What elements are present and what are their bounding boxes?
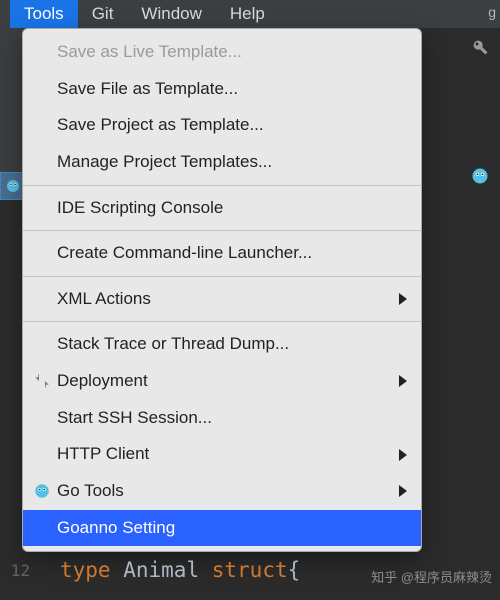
- menu-item-save-project-template[interactable]: Save Project as Template...: [23, 107, 421, 144]
- menu-separator: [23, 185, 421, 186]
- main-menubar: Tools Git Window Help: [0, 0, 500, 28]
- menu-item-label: HTTP Client: [57, 442, 149, 467]
- chevron-right-icon: [399, 375, 407, 387]
- keyword-type: type: [60, 558, 111, 582]
- menu-item-label: Go Tools: [57, 479, 124, 504]
- watermark-text: 知乎 @程序员麻辣烫: [371, 567, 492, 586]
- menu-item-label: Create Command-line Launcher...: [57, 241, 312, 266]
- chevron-right-icon: [399, 449, 407, 461]
- gopher-icon: [5, 178, 21, 194]
- top-right-letter: g: [488, 4, 496, 20]
- right-toolbar: [460, 30, 500, 186]
- menu-item-label: Save as Live Template...: [57, 40, 242, 65]
- menu-item-save-file-template[interactable]: Save File as Template...: [23, 71, 421, 108]
- menu-item-save-live-template[interactable]: Save as Live Template...: [23, 34, 421, 71]
- line-number: 12: [0, 540, 36, 600]
- wrench-icon[interactable]: [471, 38, 489, 56]
- menu-item-label: IDE Scripting Console: [57, 196, 223, 221]
- menu-item-deployment[interactable]: Deployment: [23, 363, 421, 400]
- menu-item-label: Save Project as Template...: [57, 113, 264, 138]
- menu-separator: [23, 230, 421, 231]
- gopher-icon[interactable]: [470, 166, 490, 186]
- menu-item-http-client[interactable]: HTTP Client: [23, 436, 421, 473]
- chevron-right-icon: [399, 485, 407, 497]
- menu-item-cmdline-launcher[interactable]: Create Command-line Launcher...: [23, 235, 421, 272]
- menu-item-label: Stack Trace or Thread Dump...: [57, 332, 289, 357]
- menu-item-label: Goanno Setting: [57, 516, 175, 541]
- keyword-struct: struct: [212, 558, 288, 582]
- menu-item-label: XML Actions: [57, 287, 151, 312]
- menu-item-manage-templates[interactable]: Manage Project Templates...: [23, 144, 421, 181]
- menubar-item-window[interactable]: Window: [127, 0, 215, 28]
- menubar-item-tools[interactable]: Tools: [10, 0, 78, 28]
- menu-item-label: Manage Project Templates...: [57, 150, 272, 175]
- deploy-sync-icon: [33, 372, 51, 390]
- menu-item-label: Save File as Template...: [57, 77, 238, 102]
- menu-item-label: Start SSH Session...: [57, 406, 212, 431]
- identifier-animal: Animal: [123, 558, 199, 582]
- menu-item-stack-trace[interactable]: Stack Trace or Thread Dump...: [23, 326, 421, 363]
- menu-item-xml-actions[interactable]: XML Actions: [23, 281, 421, 318]
- menu-item-go-tools[interactable]: Go Tools: [23, 473, 421, 510]
- menu-item-ssh-session[interactable]: Start SSH Session...: [23, 400, 421, 437]
- brace: {: [288, 558, 301, 582]
- menubar-item-git[interactable]: Git: [78, 0, 128, 28]
- menu-item-label: Deployment: [57, 369, 148, 394]
- menu-item-ide-scripting[interactable]: IDE Scripting Console: [23, 190, 421, 227]
- chevron-right-icon: [399, 293, 407, 305]
- tools-dropdown: Save as Live Template... Save File as Te…: [22, 28, 422, 552]
- menu-separator: [23, 321, 421, 322]
- gopher-icon: [33, 482, 51, 500]
- menubar-item-help[interactable]: Help: [216, 0, 279, 28]
- menu-separator: [23, 276, 421, 277]
